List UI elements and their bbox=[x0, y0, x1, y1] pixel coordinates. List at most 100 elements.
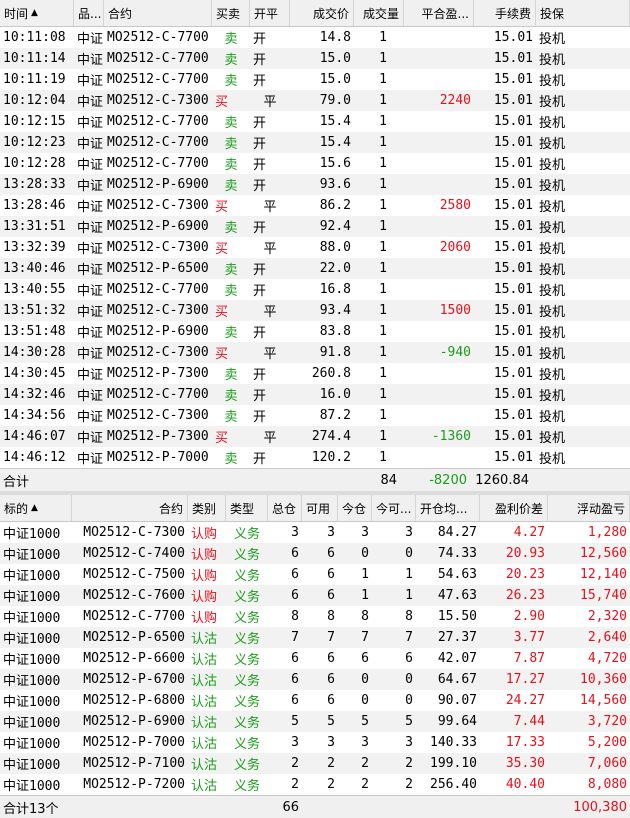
position-row[interactable]: 中证1000 MO2512-P-6900 认沽 义务 5 5 5 5 99.64 7.44 3,72… bbox=[0, 711, 630, 732]
col-underlying-header[interactable]: 标的 ▲ bbox=[0, 495, 72, 521]
position-row[interactable]: 中证1000 MO2512-P-6600 认沽 义务 6 6 6 6 42.07 7.87 4,72… bbox=[0, 648, 630, 669]
pos-open-avg: 74.33 bbox=[437, 546, 477, 561]
trade-row[interactable]: 13:32:39 中证 MO2512-C-7300 买 平 88.0 1 2060 15.01 投… bbox=[0, 237, 630, 258]
pos-total: 7 bbox=[291, 630, 299, 645]
trade-fee: 15.01 bbox=[493, 51, 533, 66]
pos-contract: MO2512-C-7500 bbox=[83, 567, 185, 582]
col-pos-contract-header[interactable]: 合约 bbox=[72, 495, 188, 521]
trade-price: 15.6 bbox=[319, 156, 351, 171]
trade-row[interactable]: 10:12:28 中证 MO2512-C-7700 卖开 15.6 1 15.01 投机 bbox=[0, 153, 630, 174]
trade-time: 10:12:04 bbox=[3, 93, 66, 108]
trade-row[interactable]: 13:28:33 中证 MO2512-P-6900 卖开 93.6 1 15.01 投机 bbox=[0, 174, 630, 195]
trade-close-pnl: 2580 bbox=[439, 198, 471, 213]
trade-row[interactable]: 14:46:12 中证 MO2512-P-7000 卖开 120.2 1 15.01 投机 bbox=[0, 447, 630, 468]
pos-available: 6 bbox=[327, 651, 335, 666]
trade-price: 79.0 bbox=[319, 93, 351, 108]
pos-type: 义务 bbox=[233, 737, 260, 752]
col-avg-header[interactable]: 开仓均... bbox=[416, 495, 480, 521]
pos-contract: MO2512-P-7100 bbox=[83, 756, 185, 771]
trade-time: 14:34:56 bbox=[3, 408, 66, 423]
pos-type: 义务 bbox=[233, 758, 260, 773]
trade-row[interactable]: 13:51:48 中证 MO2512-P-6900 卖开 83.8 1 15.01 投机 bbox=[0, 321, 630, 342]
trade-row[interactable]: 10:12:23 中证 MO2512-C-7700 卖开 15.4 1 15.01 投机 bbox=[0, 132, 630, 153]
trade-product: 中证 bbox=[77, 95, 104, 110]
position-row[interactable]: 中证1000 MO2512-P-7100 认沽 义务 2 2 2 2 199.10 35.30 7,… bbox=[0, 753, 630, 774]
col-spread-header[interactable]: 盈利价差 bbox=[480, 495, 548, 521]
trade-fee: 15.01 bbox=[493, 429, 533, 444]
position-row[interactable]: 中证1000 MO2512-C-7400 认购 义务 6 6 0 0 74.33 20.93 12,… bbox=[0, 543, 630, 564]
col-type-header[interactable]: 类型 bbox=[226, 495, 268, 521]
trade-volume: 1 bbox=[379, 387, 387, 402]
col-time-header[interactable]: 时间 ▲ bbox=[0, 0, 74, 26]
positions-header: 标的 ▲ 合约 类别 类型 总仓 可用 今仓 今可... 开仓均... 盈利价差 … bbox=[0, 495, 630, 522]
trade-hedge: 投机 bbox=[539, 242, 566, 257]
trade-price: 15.0 bbox=[319, 72, 351, 87]
trade-time: 10:11:19 bbox=[3, 72, 66, 87]
trade-row[interactable]: 13:51:32 中证 MO2512-C-7300 买 平 93.4 1 1500 15.01 投… bbox=[0, 300, 630, 321]
trade-fee: 15.01 bbox=[493, 408, 533, 423]
col-avail-header[interactable]: 可用 bbox=[302, 495, 338, 521]
trade-row[interactable]: 13:31:51 中证 MO2512-P-6900 卖开 92.4 1 15.01 投机 bbox=[0, 216, 630, 237]
pos-contract: MO2512-P-6500 bbox=[83, 630, 185, 645]
position-row[interactable]: 中证1000 MO2512-P-7200 认沽 义务 2 2 2 2 256.40 40.40 8,… bbox=[0, 774, 630, 795]
pos-today-available: 1 bbox=[405, 567, 413, 582]
trade-volume: 1 bbox=[379, 282, 387, 297]
trade-hedge: 投机 bbox=[539, 452, 566, 467]
trade-row[interactable]: 10:11:19 中证 MO2512-C-7700 卖开 15.0 1 15.01 投机 bbox=[0, 69, 630, 90]
position-row[interactable]: 中证1000 MO2512-P-7000 认沽 义务 3 3 3 3 140.33 17.33 5,… bbox=[0, 732, 630, 753]
col-category-header[interactable]: 类别 bbox=[188, 495, 226, 521]
trade-row[interactable]: 14:30:28 中证 MO2512-C-7300 买 平 91.8 1 -940 15.01 投… bbox=[0, 342, 630, 363]
trade-row[interactable]: 14:46:07 中证 MO2512-P-7300 买 平 274.4 1 -1360 15.0… bbox=[0, 426, 630, 447]
col-total-header[interactable]: 总仓 bbox=[268, 495, 302, 521]
col-today-header[interactable]: 今仓 bbox=[338, 495, 372, 521]
trade-row[interactable]: 10:11:08 中证 MO2512-C-7700 卖开 14.8 1 15.01 投机 bbox=[0, 27, 630, 48]
trade-row[interactable]: 13:28:46 中证 MO2512-C-7300 买 平 86.2 1 2580 15.01 投… bbox=[0, 195, 630, 216]
position-row[interactable]: 中证1000 MO2512-C-7700 认购 义务 8 8 8 8 15.50 2.90 2,32… bbox=[0, 606, 630, 627]
col-float-header[interactable]: 浮动盈亏 bbox=[548, 495, 630, 521]
col-pnl-header[interactable]: 平合盈... bbox=[404, 0, 474, 26]
trade-row[interactable]: 14:34:56 中证 MO2512-C-7300 卖开 87.2 1 15.01 投机 bbox=[0, 405, 630, 426]
trade-row[interactable]: 10:12:04 中证 MO2512-C-7300 买 平 79.0 1 2240 15.01 投… bbox=[0, 90, 630, 111]
trade-fee: 15.01 bbox=[493, 324, 533, 339]
col-contract-header[interactable]: 合约 bbox=[104, 0, 212, 26]
col-price-header[interactable]: 成交价 bbox=[290, 0, 354, 26]
col-volume-header[interactable]: 成交量 bbox=[354, 0, 404, 26]
trade-fee: 15.01 bbox=[493, 345, 533, 360]
trade-fee: 15.01 bbox=[493, 30, 533, 45]
pos-today: 0 bbox=[361, 546, 369, 561]
col-side-header[interactable]: 买卖 bbox=[212, 0, 250, 26]
trade-row[interactable]: 14:30:45 中证 MO2512-P-7300 卖开 260.8 1 15.01 投机 bbox=[0, 363, 630, 384]
trade-hedge: 投机 bbox=[539, 305, 566, 320]
trade-contract: MO2512-P-6900 bbox=[107, 177, 209, 192]
trade-price: 14.8 bbox=[319, 30, 351, 45]
position-row[interactable]: 中证1000 MO2512-C-7300 认购 义务 3 3 3 3 84.27 4.27 1,28… bbox=[0, 522, 630, 543]
trade-row[interactable]: 13:40:46 中证 MO2512-P-6500 卖开 22.0 1 15.01 投机 bbox=[0, 258, 630, 279]
col-fee-header[interactable]: 手续费 bbox=[474, 0, 536, 26]
col-today-avail-header[interactable]: 今可... bbox=[372, 495, 416, 521]
trade-row[interactable]: 10:11:14 中证 MO2512-C-7700 卖开 15.0 1 15.01 投机 bbox=[0, 48, 630, 69]
trade-hedge: 投机 bbox=[539, 179, 566, 194]
position-row[interactable]: 中证1000 MO2512-P-6800 认沽 义务 6 6 0 0 90.07 24.27 14,… bbox=[0, 690, 630, 711]
col-hedge-header[interactable]: 投保 bbox=[536, 0, 630, 26]
pos-available: 6 bbox=[327, 588, 335, 603]
trade-fee: 15.01 bbox=[493, 156, 533, 171]
trade-row[interactable]: 14:32:46 中证 MO2512-C-7700 卖开 16.0 1 15.01 投机 bbox=[0, 384, 630, 405]
trade-row[interactable]: 10:12:15 中证 MO2512-C-7700 卖开 15.4 1 15.01 投机 bbox=[0, 111, 630, 132]
trade-volume: 1 bbox=[379, 219, 387, 234]
pos-type: 义务 bbox=[233, 653, 260, 668]
position-row[interactable]: 中证1000 MO2512-C-7500 认购 义务 6 6 1 1 54.63 20.23 12,… bbox=[0, 564, 630, 585]
pos-total-label: 合计13个 bbox=[3, 801, 59, 817]
trade-side: 买 bbox=[215, 431, 229, 446]
position-row[interactable]: 中证1000 MO2512-P-6700 认沽 义务 6 6 0 0 64.67 17.27 10,… bbox=[0, 669, 630, 690]
pos-float-pnl: 12,140 bbox=[580, 567, 627, 582]
trade-open-close: 平 bbox=[263, 242, 277, 257]
trade-hedge: 投机 bbox=[539, 200, 566, 215]
position-row[interactable]: 中证1000 MO2512-P-6500 认沽 义务 7 7 7 7 27.37 3.77 2,64… bbox=[0, 627, 630, 648]
position-row[interactable]: 中证1000 MO2512-C-7600 认购 义务 6 6 1 1 47.63 26.23 15,… bbox=[0, 585, 630, 606]
col-oc-header[interactable]: 开平 bbox=[250, 0, 290, 26]
trade-product: 中证 bbox=[77, 137, 104, 152]
trade-hedge: 投机 bbox=[539, 74, 566, 89]
trade-open-close: 开 bbox=[253, 116, 267, 131]
trade-row[interactable]: 13:40:55 中证 MO2512-C-7700 卖开 16.8 1 15.01 投机 bbox=[0, 279, 630, 300]
col-product-header[interactable]: 品... bbox=[74, 0, 104, 26]
